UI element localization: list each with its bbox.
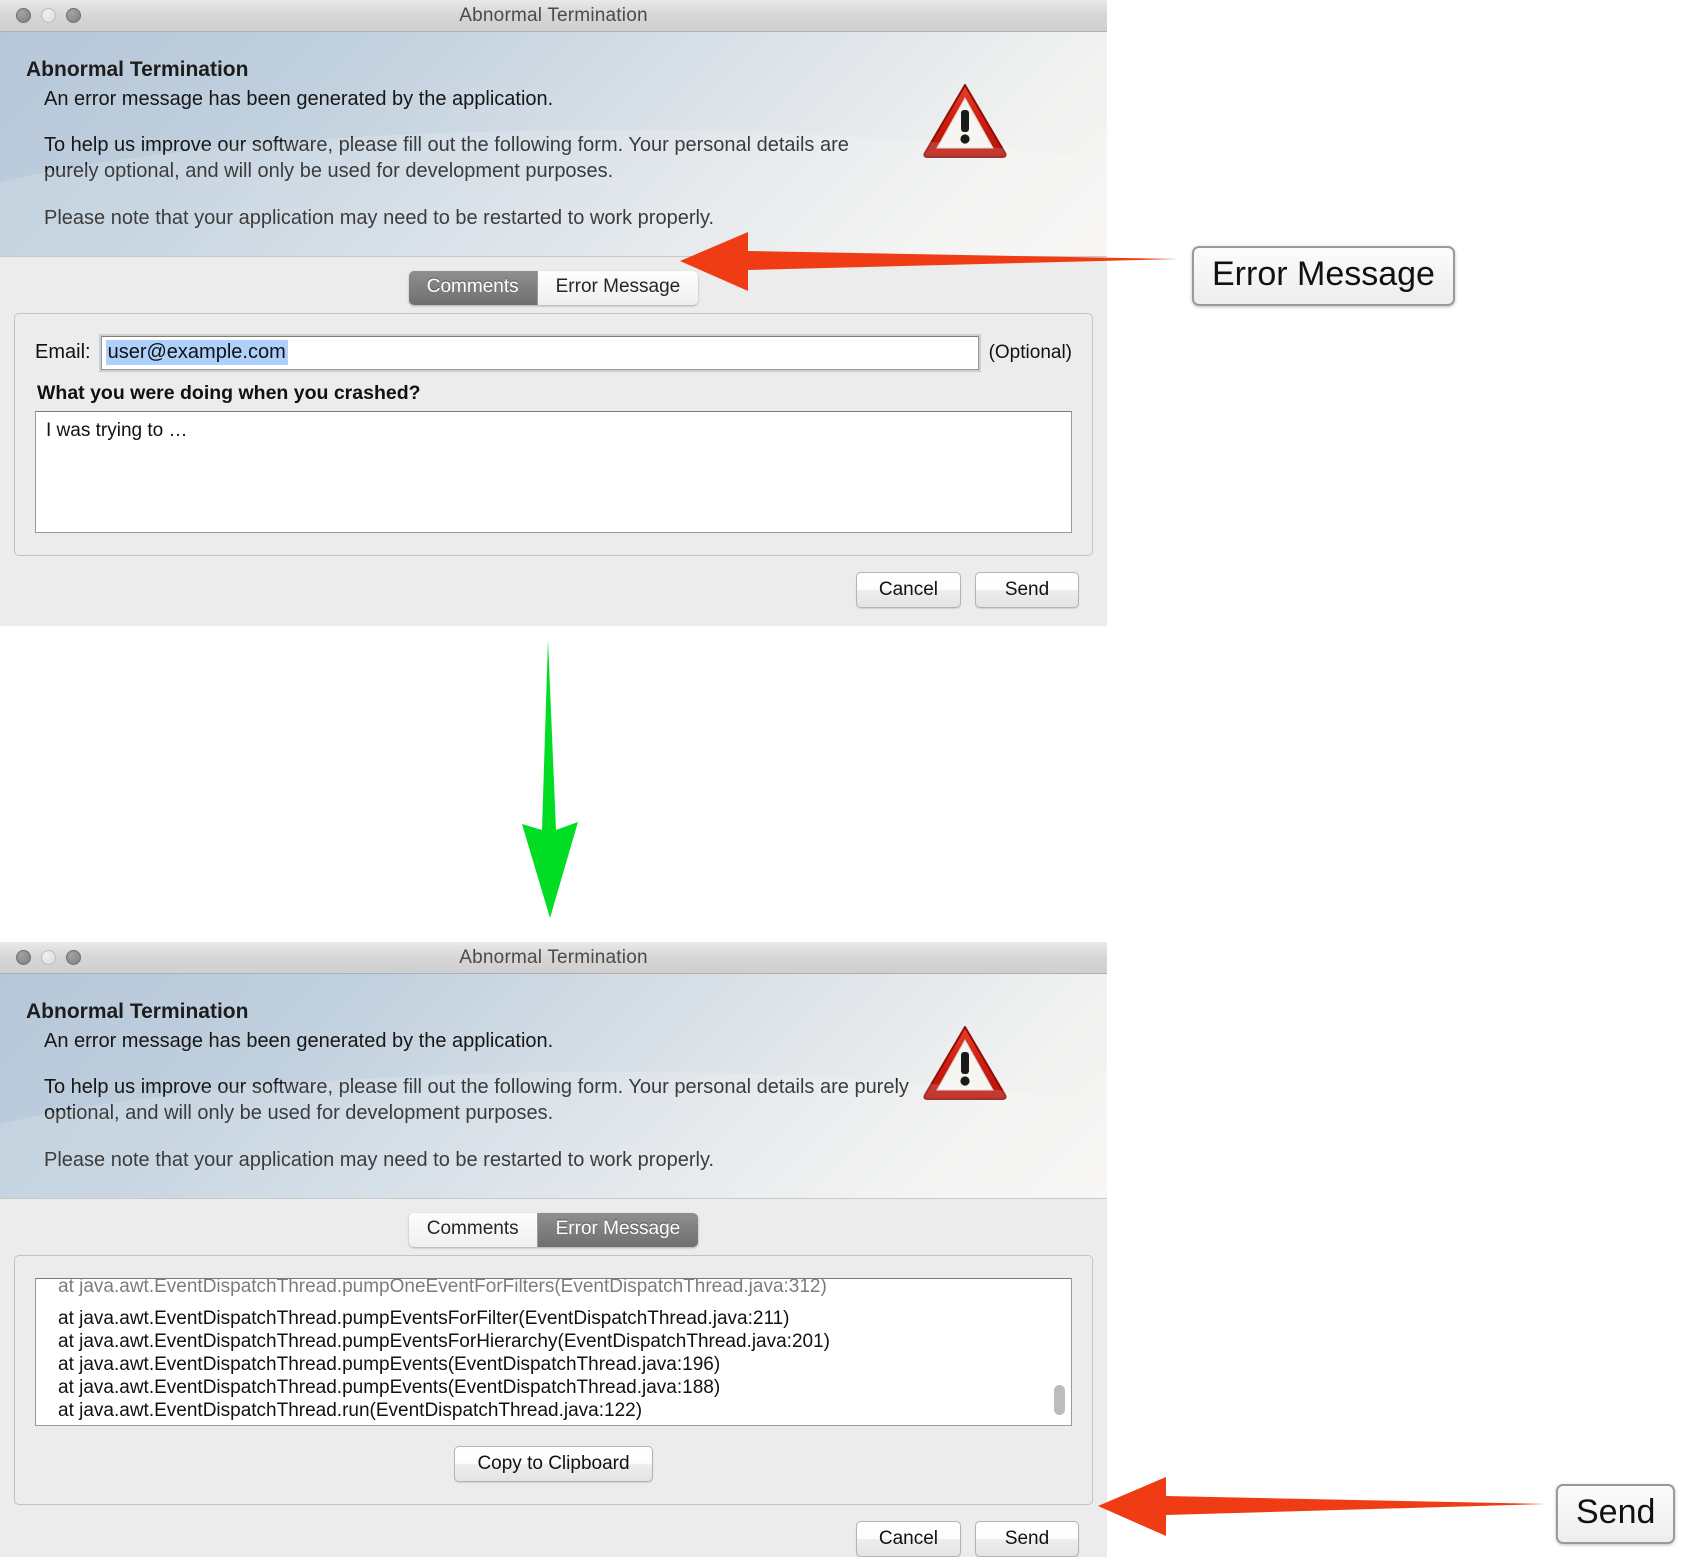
comments-panel: Email: user@example.com (Optional) What … xyxy=(14,312,1093,556)
crash-description-textarea[interactable]: I was trying to … xyxy=(35,410,1072,533)
annotation-arrow-flow-down xyxy=(522,640,578,918)
header-title: Abnormal Termination xyxy=(26,1000,249,1023)
tab-strip: Comments Error Message xyxy=(0,1198,1107,1247)
scrollbar-track[interactable] xyxy=(1053,1280,1069,1423)
dialog-footer: Cancel Send xyxy=(0,556,1107,626)
annotation-arrow-send xyxy=(1098,1477,1546,1536)
tab-comments[interactable]: Comments xyxy=(408,270,538,305)
header-paragraph-1: To help us improve our software, please … xyxy=(44,1076,909,1124)
dialog-header: Abnormal Termination An error message ha… xyxy=(0,974,1107,1199)
send-button[interactable]: Send xyxy=(975,571,1079,608)
error-message-panel: at java.awt.EventDispatchThread.pumpOneE… xyxy=(14,1254,1093,1505)
abnormal-termination-dialog-error-message: Abnormal Termination Abnormal Terminatio… xyxy=(0,942,1107,1557)
title-bar[interactable]: Abnormal Termination xyxy=(0,942,1107,974)
tab-comments[interactable]: Comments xyxy=(408,1212,538,1247)
stack-trace-line-clipped: at java.awt.EventDispatchThread.pumpOneE… xyxy=(58,1277,827,1297)
tab-error-message[interactable]: Error Message xyxy=(537,1212,699,1247)
stack-trace-line: at java.awt.EventDispatchThread.pumpEven… xyxy=(58,1353,721,1375)
stack-trace-view[interactable]: at java.awt.EventDispatchThread.pumpOneE… xyxy=(35,1277,1072,1426)
email-row: Email: user@example.com (Optional) xyxy=(35,335,1072,370)
stack-trace-line: at java.awt.EventDispatchThread.pumpEven… xyxy=(58,1376,721,1398)
stack-trace-text: at java.awt.EventDispatchThread.pumpOneE… xyxy=(36,1279,1071,1423)
warning-triangle-icon xyxy=(923,1024,1007,1105)
screenshot-canvas: Abnormal Termination Abnormal Terminatio… xyxy=(0,0,1707,1557)
callout-send: Send xyxy=(1556,1484,1676,1544)
email-optional-label: (Optional) xyxy=(988,341,1072,363)
email-label: Email: xyxy=(35,341,91,364)
crash-question-label: What you were doing when you crashed? xyxy=(37,381,421,404)
header-title: Abnormal Termination xyxy=(26,58,249,81)
abnormal-termination-dialog-comments: Abnormal Termination Abnormal Terminatio… xyxy=(0,0,1107,626)
email-input-value: user@example.com xyxy=(105,340,288,366)
header-paragraph-1: To help us improve our software, please … xyxy=(44,134,849,182)
cancel-button[interactable]: Cancel xyxy=(855,571,961,608)
window-title: Abnormal Termination xyxy=(459,946,648,968)
copy-to-clipboard-button[interactable]: Copy to Clipboard xyxy=(454,1445,653,1482)
annotation-arrow-error-message xyxy=(680,232,1178,291)
stack-trace-line: at java.awt.EventDispatchThread.run(Even… xyxy=(58,1399,643,1421)
title-bar[interactable]: Abnormal Termination xyxy=(0,0,1107,32)
send-button[interactable]: Send xyxy=(975,1520,1079,1557)
scrollbar-thumb[interactable] xyxy=(1054,1384,1065,1415)
warning-triangle-icon xyxy=(923,82,1007,163)
stack-trace-line: at java.awt.EventDispatchThread.pumpEven… xyxy=(58,1307,790,1329)
copy-row: Copy to Clipboard xyxy=(35,1445,1072,1482)
callout-error-message: Error Message xyxy=(1192,246,1455,306)
tab-group[interactable]: Comments Error Message xyxy=(408,1212,699,1247)
stack-trace-line: at java.awt.EventDispatchThread.pumpEven… xyxy=(58,1330,830,1352)
cancel-button[interactable]: Cancel xyxy=(855,1520,961,1557)
dialog-footer: Cancel Send xyxy=(0,1505,1107,1557)
header-paragraph-2: Please note that your application may ne… xyxy=(44,1149,715,1172)
email-input[interactable]: user@example.com xyxy=(100,335,979,370)
window-title: Abnormal Termination xyxy=(459,4,648,26)
tab-group[interactable]: Comments Error Message xyxy=(408,270,699,305)
